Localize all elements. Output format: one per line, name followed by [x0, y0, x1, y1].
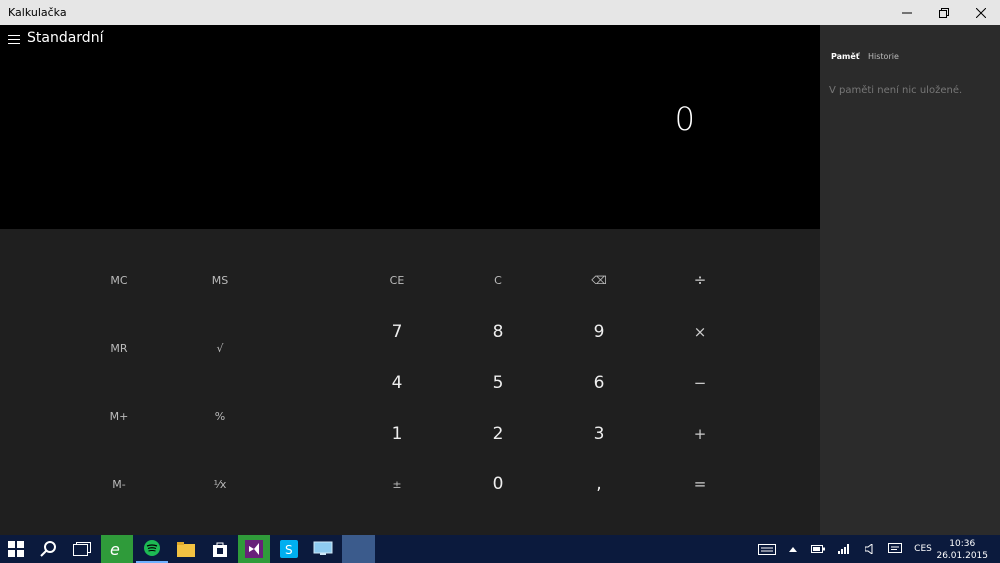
clock-time: 10:36 [949, 539, 976, 549]
input-language-indicator[interactable]: CES [912, 535, 934, 563]
close-button[interactable] [962, 0, 999, 25]
title-bar: Kalkulačka [0, 0, 1000, 25]
shopping-bag-icon [213, 542, 227, 557]
clear-button[interactable]: C [458, 259, 538, 301]
memory-add-button[interactable]: M+ [90, 395, 148, 437]
calculator-app: Standardní 0 MC MR M+ M- MS √ % ⅟x CE C … [0, 25, 820, 535]
clear-entry-button[interactable]: CE [357, 259, 437, 301]
svg-text:e: e [110, 540, 120, 558]
backspace-button[interactable]: ⌫ [559, 259, 639, 301]
skype-icon[interactable]: S [273, 535, 305, 563]
close-icon [975, 7, 986, 18]
digit-4-button[interactable]: 4 [357, 362, 437, 404]
folder-icon [177, 542, 195, 557]
spotify-logo-icon [144, 540, 160, 556]
memory-subtract-button[interactable]: M- [90, 463, 148, 505]
battery-icon[interactable] [810, 535, 826, 563]
digit-7-button[interactable]: 7 [357, 311, 437, 353]
visual-studio-logo-icon [245, 540, 263, 558]
memory-clear-button[interactable]: MC [90, 259, 148, 301]
task-view-icon[interactable] [66, 535, 98, 563]
spotify-icon[interactable] [136, 535, 168, 563]
search-icon[interactable] [32, 535, 64, 563]
skype-logo-icon: S [280, 540, 298, 558]
digit-2-button[interactable]: 2 [458, 413, 538, 455]
equals-button[interactable]: = [660, 463, 740, 505]
display-area: Standardní 0 [0, 25, 820, 229]
internet-explorer-icon[interactable]: e [101, 535, 133, 563]
windows-logo-icon [8, 541, 24, 557]
minimize-icon [901, 12, 912, 13]
network-signal-icon[interactable] [836, 535, 852, 563]
ie-logo-icon: e [110, 540, 120, 558]
chevron-up-icon[interactable] [786, 535, 800, 563]
digit-0-button[interactable]: 0 [458, 463, 538, 505]
divide-button[interactable]: ÷ [660, 259, 740, 301]
multiply-button[interactable]: × [660, 311, 740, 353]
keyboard-icon[interactable] [756, 535, 778, 563]
clock-date: 26.01.2015 [936, 551, 988, 561]
keypad: MC MR M+ M- MS √ % ⅟x CE C ⌫ ÷ 7 8 9 × 4… [0, 229, 820, 535]
minimize-button[interactable] [888, 0, 925, 25]
monitor-icon [313, 541, 333, 555]
percent-button[interactable]: % [191, 395, 249, 437]
mode-title: Standardní [27, 30, 104, 46]
window-title: Kalkulačka [8, 6, 67, 19]
subtract-button[interactable]: − [660, 362, 740, 404]
calculator-app-icon[interactable] [342, 535, 375, 563]
memory-empty-message: V paměti není nic uložené. [829, 85, 963, 96]
volume-icon[interactable] [862, 535, 876, 563]
memory-recall-button[interactable]: MR [90, 327, 148, 369]
decimal-separator-button[interactable]: , [559, 463, 639, 505]
store-icon[interactable] [204, 535, 236, 563]
svg-text:S: S [285, 543, 293, 557]
digit-5-button[interactable]: 5 [458, 362, 538, 404]
taskbar: e S CES 10:36 26.01.2015 [0, 535, 1000, 563]
windows-start-icon[interactable] [0, 535, 32, 563]
clock[interactable]: 10:36 26.01.2015 [936, 538, 988, 562]
task-view-windows-icon [73, 542, 91, 556]
digit-9-button[interactable]: 9 [559, 311, 639, 353]
reciprocal-button[interactable]: ⅟x [191, 463, 249, 505]
hamburger-menu-icon[interactable] [8, 35, 20, 45]
remote-desktop-icon[interactable] [307, 535, 339, 563]
file-explorer-icon[interactable] [170, 535, 202, 563]
result-display: 0 [674, 100, 695, 138]
tab-history[interactable]: Historie [868, 52, 899, 61]
digit-8-button[interactable]: 8 [458, 311, 538, 353]
restore-icon [938, 7, 949, 18]
action-center-icon[interactable] [886, 535, 904, 563]
digit-1-button[interactable]: 1 [357, 413, 437, 455]
magnifier-icon [40, 541, 56, 557]
tab-memory[interactable]: Paměť [831, 52, 860, 61]
digit-6-button[interactable]: 6 [559, 362, 639, 404]
square-root-button[interactable]: √ [191, 327, 249, 369]
negate-button[interactable]: ± [357, 463, 437, 505]
restore-button[interactable] [925, 0, 962, 25]
add-button[interactable]: + [660, 413, 740, 455]
visual-studio-icon[interactable] [238, 535, 270, 563]
digit-3-button[interactable]: 3 [559, 413, 639, 455]
memory-history-panel: Paměť Historie V paměti není nic uložené… [820, 25, 1000, 535]
memory-store-button[interactable]: MS [191, 259, 249, 301]
